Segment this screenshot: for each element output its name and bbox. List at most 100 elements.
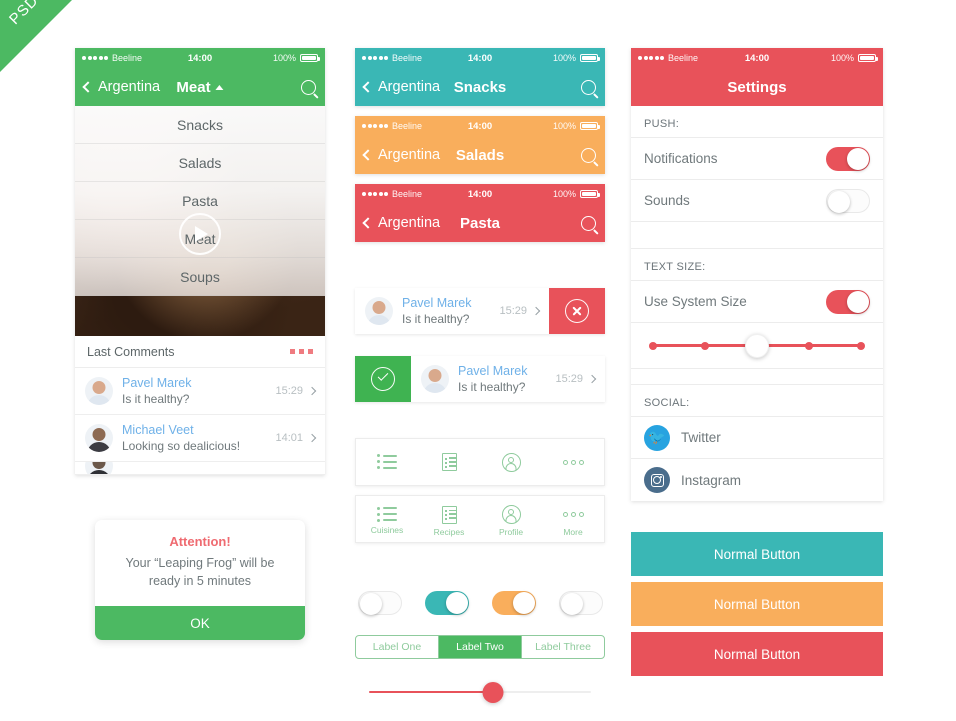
chevron-left-icon [362, 149, 374, 161]
toggle-switch-2[interactable] [424, 591, 469, 615]
search-icon[interactable] [301, 79, 316, 95]
segmented-control: Label One Label Two Label Three [355, 635, 605, 659]
alert-title: Attention! [169, 534, 231, 549]
category-dropdown: Snacks Salads Pasta Meat Soups [75, 106, 325, 296]
red-slider[interactable] [355, 679, 605, 705]
search-icon[interactable] [581, 79, 596, 95]
back-button[interactable]: Argentina [362, 147, 440, 163]
comment-row[interactable]: Michael Veet Looking so dealicious! 14:0… [75, 415, 325, 462]
dropdown-item-salads[interactable]: Salads [75, 144, 325, 182]
battery-icon [580, 54, 600, 62]
notifications-toggle[interactable] [826, 146, 870, 171]
comment-row[interactable]: Pavel Marek Is it healthy? 15:29 [75, 368, 325, 415]
play-button[interactable] [179, 213, 221, 255]
phone-screen-meat: Beeline 14:00 100% Argentina Meat Snacks… [75, 48, 325, 475]
comment-author[interactable]: Pavel Marek [458, 364, 546, 378]
chevron-right-icon [531, 306, 541, 316]
search-icon[interactable] [581, 215, 596, 231]
slider-tick[interactable] [857, 341, 865, 350]
nav-title: Pasta [460, 215, 500, 232]
status-time: 14:00 [187, 52, 213, 64]
settings-label: Use System Size [644, 294, 747, 309]
instagram-icon [644, 467, 670, 493]
segment-label-two[interactable]: Label Two [439, 636, 522, 658]
slider-tick[interactable] [701, 341, 709, 350]
settings-row-instagram[interactable]: Instagram [631, 459, 883, 501]
comment-time: 15:29 [499, 305, 527, 317]
slider-tick[interactable] [649, 341, 657, 350]
comment-body: Michael Veet Looking so dealicious! [122, 423, 266, 453]
comment-author[interactable]: Pavel Marek [122, 376, 266, 390]
comment-row[interactable]: Pavel Marek Is it healthy? 15:29 [411, 356, 605, 402]
delete-button[interactable] [549, 288, 605, 334]
signal-dots-icon [638, 56, 664, 60]
dropdown-item-soups[interactable]: Soups [75, 258, 325, 296]
nav-bar: Argentina Salads [355, 136, 605, 174]
more-dots-icon[interactable] [290, 349, 313, 354]
comment-text: Is it healthy? [458, 380, 526, 394]
status-time: 14:00 [467, 188, 493, 200]
search-icon[interactable] [581, 147, 596, 163]
comment-row[interactable]: Pavel Marek Is it healthy? 15:29 [355, 288, 549, 334]
battery-icon [580, 190, 600, 198]
tab-more[interactable] [542, 439, 604, 485]
last-comments-title: Last Comments [87, 344, 175, 359]
more-icon [562, 505, 584, 524]
chevron-right-icon [587, 374, 597, 384]
settings-row-use-system-size[interactable]: Use System Size [631, 281, 883, 323]
segment-label-one[interactable]: Label One [356, 636, 439, 658]
signal-dots-icon [362, 56, 388, 60]
nav-bar-pasta: Beeline 14:00 100% Argentina Pasta [355, 184, 605, 242]
settings-label: Instagram [681, 472, 742, 488]
toggle-group [355, 591, 605, 615]
normal-button-teal[interactable]: Normal Button [631, 532, 883, 576]
slider-knob[interactable] [745, 333, 769, 358]
alert-ok-button[interactable]: OK [95, 606, 305, 641]
play-icon [195, 226, 208, 242]
status-bar-left: Beeline [362, 121, 468, 131]
slider-knob[interactable] [482, 681, 503, 703]
dropdown-item-snacks[interactable]: Snacks [75, 106, 325, 144]
tab-cuisines[interactable]: Cuisines [356, 496, 418, 542]
tab-more[interactable]: More [542, 496, 604, 542]
text-size-slider[interactable] [631, 323, 883, 369]
alert-body: Attention! Your “Leaping Frog” will be r… [95, 520, 305, 606]
tab-profile[interactable] [480, 439, 542, 485]
column-left: Beeline 14:00 100% Argentina Meat Snacks… [75, 48, 325, 641]
toggle-switch-1[interactable] [357, 591, 402, 615]
chevron-right-icon [307, 386, 317, 396]
back-button[interactable]: Argentina [82, 79, 160, 95]
settings-row-notifications[interactable]: Notifications [631, 138, 883, 180]
toggle-switch-4[interactable] [558, 591, 603, 615]
toggle-switch-3[interactable] [491, 591, 536, 615]
comment-author[interactable]: Michael Veet [122, 423, 266, 437]
normal-button-red[interactable]: Normal Button [631, 632, 883, 676]
tab-profile[interactable]: Profile [480, 496, 542, 542]
carrier-label: Beeline [392, 121, 423, 131]
signal-dots-icon [362, 124, 388, 128]
settings-row-sounds[interactable]: Sounds [631, 180, 883, 222]
back-button[interactable]: Argentina [362, 79, 440, 95]
tab-label: Profile [498, 527, 524, 537]
comment-row-partial[interactable] [75, 462, 325, 475]
nav-title-dropdown[interactable]: Meat [176, 79, 224, 96]
settings-row-twitter[interactable]: 🐦 Twitter [631, 417, 883, 459]
comment-author[interactable]: Pavel Marek [402, 296, 490, 310]
comment-text: Is it healthy? [122, 392, 190, 406]
battery-icon [300, 54, 320, 62]
tab-recipes[interactable] [418, 439, 480, 485]
status-bar: Beeline 14:00 100% [75, 48, 325, 68]
slider-tick[interactable] [805, 341, 813, 350]
normal-button-orange[interactable]: Normal Button [631, 582, 883, 626]
tab-recipes[interactable]: Recipes [418, 496, 480, 542]
tab-label: More [563, 527, 583, 537]
back-button[interactable]: Argentina [362, 215, 440, 231]
segment-label-three[interactable]: Label Three [522, 636, 604, 658]
sounds-toggle[interactable] [826, 188, 870, 213]
comment-body: Pavel Marek Is it healthy? [122, 376, 266, 406]
use-system-size-toggle[interactable] [826, 289, 870, 314]
status-bar-right: 100% [492, 189, 600, 199]
confirm-button[interactable] [355, 356, 411, 402]
profile-icon [501, 452, 521, 472]
tab-cuisines[interactable] [356, 439, 418, 485]
